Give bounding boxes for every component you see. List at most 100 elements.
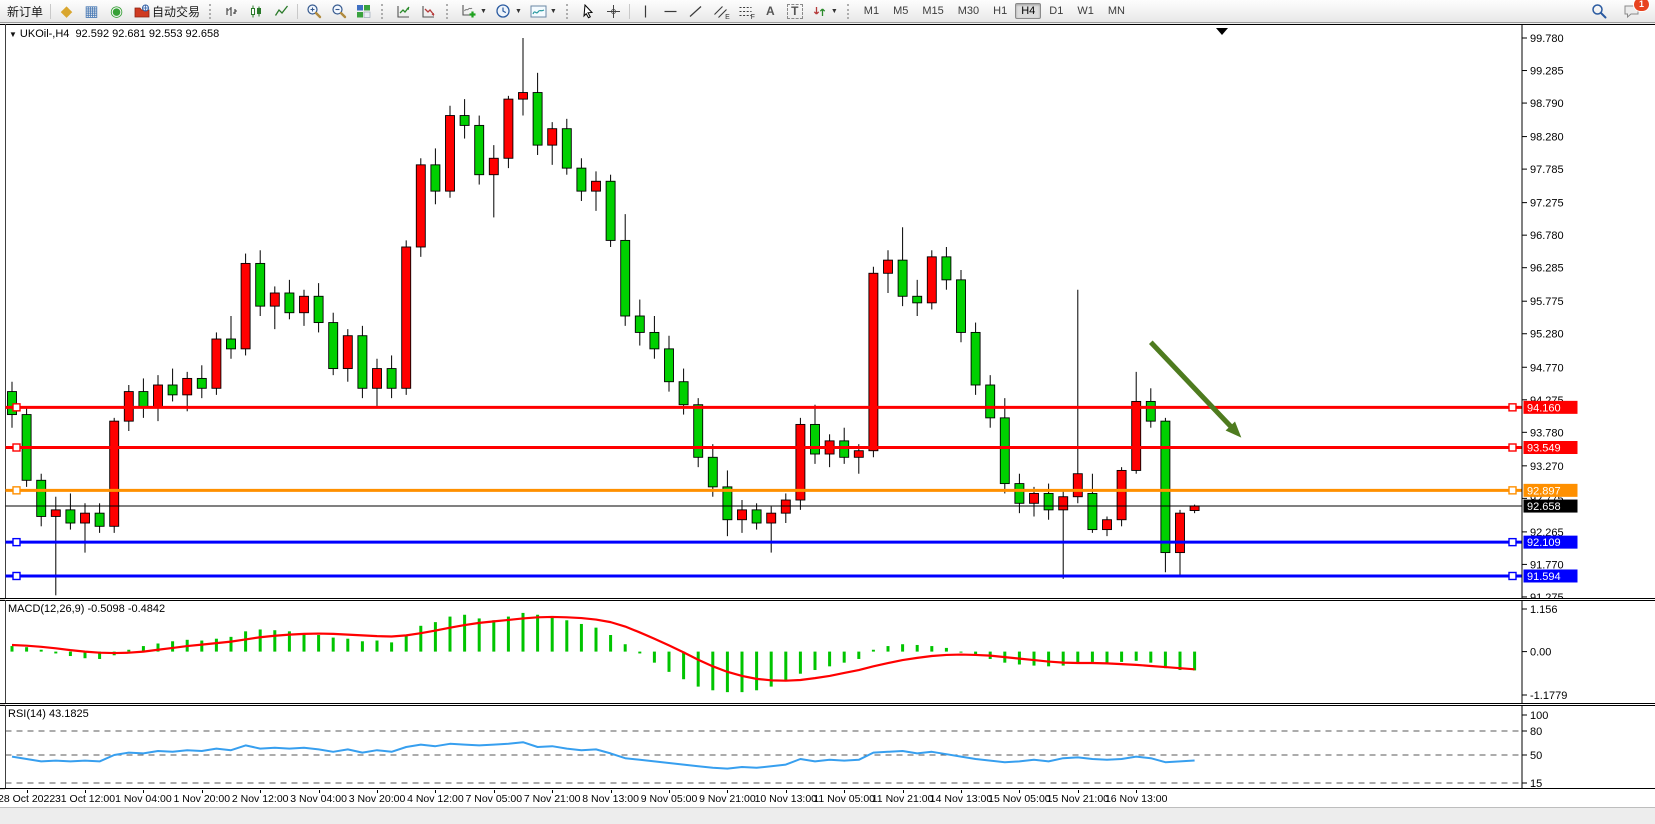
market-watch-button[interactable]: ◆	[54, 1, 79, 22]
autotrading-button[interactable]: 自动交易	[129, 1, 204, 22]
candle[interactable]	[402, 247, 411, 388]
main-chart-panel[interactable]: 99.78099.28598.79098.28097.78597.27596.7…	[0, 24, 1655, 599]
candle[interactable]	[504, 99, 513, 158]
cursor-tool-button[interactable]	[576, 1, 601, 22]
candle[interactable]	[562, 129, 571, 168]
candle[interactable]	[110, 421, 119, 526]
fibonacci-tool-button[interactable]: F	[733, 1, 758, 22]
candle[interactable]	[708, 457, 717, 487]
line-handle[interactable]	[13, 404, 20, 411]
candle[interactable]	[212, 339, 221, 388]
timeframe-button-M15[interactable]: M15	[916, 3, 949, 19]
line-handle[interactable]	[13, 487, 20, 494]
line-handle[interactable]	[13, 539, 20, 546]
candle[interactable]	[577, 168, 586, 191]
candle[interactable]	[971, 332, 980, 385]
candle[interactable]	[1000, 418, 1009, 484]
candle[interactable]	[752, 510, 761, 523]
vertical-line-tool-button[interactable]	[633, 1, 658, 22]
template-button[interactable]: ▼	[526, 1, 561, 22]
candle[interactable]	[168, 385, 177, 395]
candlestick-chart-button[interactable]	[244, 1, 269, 22]
candle[interactable]	[358, 336, 367, 389]
candle[interactable]	[679, 382, 688, 405]
timeframe-button-W1[interactable]: W1	[1071, 3, 1100, 19]
line-handle[interactable]	[1509, 539, 1516, 546]
timeframe-button-H1[interactable]: H1	[987, 3, 1013, 19]
candle[interactable]	[373, 369, 382, 389]
zoom-in-button[interactable]	[301, 1, 326, 22]
candle[interactable]	[1103, 520, 1112, 530]
signals-button[interactable]: ◉	[104, 1, 129, 22]
candle[interactable]	[1176, 513, 1185, 552]
candle[interactable]	[927, 257, 936, 303]
candle[interactable]	[270, 293, 279, 306]
candle[interactable]	[1190, 506, 1199, 511]
candle[interactable]	[635, 316, 644, 332]
candle[interactable]	[154, 385, 163, 408]
horizontal-line-tool-button[interactable]	[658, 1, 683, 22]
periodicity-button[interactable]: ▼	[491, 1, 526, 22]
candle[interactable]	[431, 165, 440, 191]
candle[interactable]	[66, 510, 75, 523]
new-order-button[interactable]: 新订单	[3, 1, 47, 22]
line-handle[interactable]	[13, 444, 20, 451]
candle[interactable]	[227, 339, 236, 349]
search-button[interactable]	[1586, 1, 1611, 22]
navigator-button[interactable]: ▦	[79, 1, 104, 22]
candle[interactable]	[694, 405, 703, 458]
candle[interactable]	[533, 93, 542, 146]
chart-dropdown-icon[interactable]: ▼	[9, 30, 17, 39]
line-handle[interactable]	[1509, 444, 1516, 451]
candle[interactable]	[898, 260, 907, 296]
objects-window-button[interactable]	[416, 1, 441, 22]
candle[interactable]	[986, 385, 995, 418]
indicators-window-button[interactable]	[391, 1, 416, 22]
candle[interactable]	[796, 424, 805, 500]
candle[interactable]	[840, 441, 849, 457]
candle[interactable]	[241, 263, 250, 348]
candle[interactable]	[665, 349, 674, 382]
candle[interactable]	[1146, 401, 1155, 421]
candle[interactable]	[1044, 493, 1053, 509]
candle[interactable]	[854, 451, 863, 458]
main-chart-svg[interactable]: 99.78099.28598.79098.28097.78597.27596.7…	[0, 24, 1655, 599]
candle[interactable]	[1161, 421, 1170, 552]
candle[interactable]	[942, 257, 951, 280]
candle[interactable]	[139, 392, 148, 408]
candle[interactable]	[314, 296, 323, 322]
candle[interactable]	[913, 296, 922, 303]
bar-chart-button[interactable]	[219, 1, 244, 22]
candle[interactable]	[95, 513, 104, 526]
arrows-tool-button[interactable]: ▼	[807, 1, 842, 22]
line-chart-button[interactable]	[269, 1, 294, 22]
candle[interactable]	[343, 336, 352, 369]
timeframe-button-M5[interactable]: M5	[887, 3, 914, 19]
chart-shift-marker[interactable]	[1216, 28, 1228, 35]
candle[interactable]	[957, 280, 966, 333]
line-handle[interactable]	[1509, 487, 1516, 494]
line-handle[interactable]	[1509, 572, 1516, 579]
candle[interactable]	[285, 293, 294, 313]
candle[interactable]	[1132, 401, 1141, 470]
candle[interactable]	[329, 323, 338, 369]
candle[interactable]	[300, 296, 309, 312]
candle[interactable]	[460, 116, 469, 126]
candle[interactable]	[650, 332, 659, 348]
candle[interactable]	[811, 424, 820, 454]
tile-windows-button[interactable]	[351, 1, 376, 22]
add-indicator-button[interactable]: ▼	[456, 1, 491, 22]
candle[interactable]	[197, 378, 206, 388]
crosshair-tool-button[interactable]	[601, 1, 626, 22]
candle[interactable]	[1015, 484, 1024, 504]
candle[interactable]	[37, 480, 46, 516]
timeframe-button-H4[interactable]: H4	[1015, 3, 1041, 19]
candle[interactable]	[416, 165, 425, 247]
timeframe-button-MN[interactable]: MN	[1102, 3, 1131, 19]
text-label-tool-button[interactable]: T	[783, 1, 807, 22]
timeframe-button-D1[interactable]: D1	[1043, 3, 1069, 19]
candle[interactable]	[1073, 474, 1082, 497]
candle[interactable]	[183, 378, 192, 394]
candle[interactable]	[884, 260, 893, 273]
trend-arrow-annotation[interactable]	[1151, 342, 1236, 431]
